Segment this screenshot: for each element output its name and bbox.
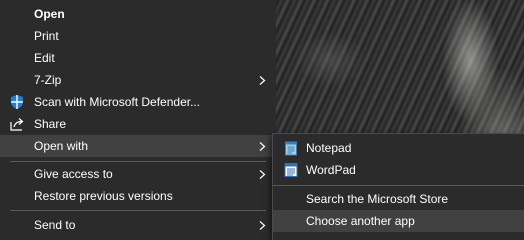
- menu-item-open-with[interactable]: Open with: [0, 135, 276, 157]
- context-menu: Open Print Edit 7-Zip Scan with Microsof…: [0, 0, 276, 240]
- menu-item-7zip[interactable]: 7-Zip: [0, 69, 276, 91]
- chevron-right-icon: [259, 142, 266, 151]
- menu-item-print[interactable]: Print: [0, 25, 276, 47]
- menu-item-restore-versions[interactable]: Restore previous versions: [0, 185, 276, 207]
- submenu-item-label: WordPad: [306, 163, 356, 177]
- chevron-right-icon: [259, 170, 266, 179]
- menu-item-label: Give access to: [34, 167, 113, 181]
- chevron-right-icon: [259, 221, 266, 230]
- share-icon: [9, 116, 25, 132]
- menu-item-share[interactable]: Share: [0, 113, 276, 135]
- menu-item-give-access[interactable]: Give access to: [0, 163, 276, 185]
- menu-item-label: Open: [34, 7, 65, 21]
- menu-item-label: Share: [34, 117, 67, 131]
- defender-shield-icon: [9, 94, 25, 110]
- chevron-right-icon: [259, 76, 266, 85]
- menu-item-label: Send to: [34, 218, 76, 232]
- menu-item-scan-defender[interactable]: Scan with Microsoft Defender...: [0, 91, 276, 113]
- menu-item-label: Scan with Microsoft Defender...: [34, 95, 201, 109]
- open-with-submenu: Notepad WordPad Search the Microsoft Sto…: [272, 133, 524, 240]
- menu-item-label: Restore previous versions: [34, 189, 173, 203]
- submenu-item-choose-another-app[interactable]: Choose another app: [273, 210, 524, 232]
- menu-separator: [273, 185, 524, 186]
- menu-item-send-to[interactable]: Send to: [0, 214, 276, 236]
- menu-item-edit[interactable]: Edit: [0, 47, 276, 69]
- submenu-item-wordpad[interactable]: WordPad: [273, 159, 524, 181]
- menu-item-label: Open with: [34, 139, 89, 153]
- menu-item-open[interactable]: Open: [0, 3, 276, 25]
- menu-separator: [10, 161, 266, 162]
- submenu-item-label: Search the Microsoft Store: [306, 192, 449, 206]
- submenu-item-search-store[interactable]: Search the Microsoft Store: [273, 188, 524, 210]
- notepad-icon: [283, 140, 299, 156]
- menu-item-label: Edit: [34, 51, 55, 65]
- submenu-item-notepad[interactable]: Notepad: [273, 137, 524, 159]
- menu-separator: [10, 210, 266, 211]
- submenu-item-label: Notepad: [306, 141, 352, 155]
- wordpad-icon: [283, 162, 299, 178]
- menu-item-label: Print: [34, 29, 59, 43]
- submenu-item-label: Choose another app: [306, 214, 415, 228]
- menu-item-label: 7-Zip: [34, 73, 62, 87]
